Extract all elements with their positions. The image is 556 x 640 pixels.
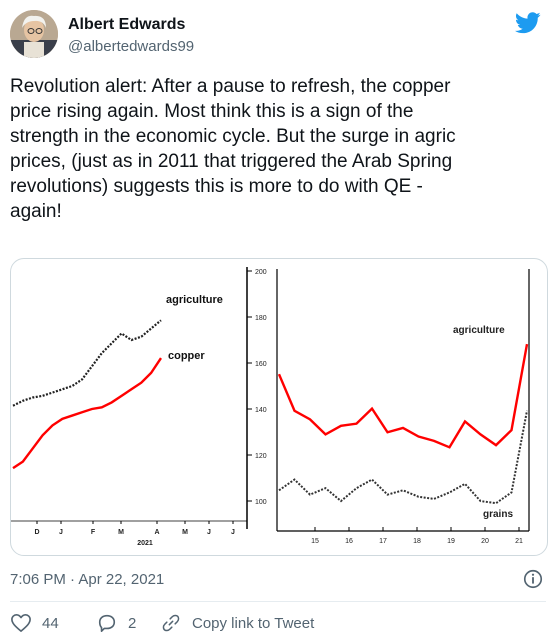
left-y-tick-label: 140 xyxy=(255,407,267,414)
avatar[interactable] xyxy=(10,10,58,58)
right-series-agriculture xyxy=(277,343,529,449)
link-icon xyxy=(162,614,180,632)
like-count: 44 xyxy=(42,614,59,632)
tweet-line: again! xyxy=(10,201,62,222)
right-legend-agriculture: agriculture xyxy=(453,325,505,336)
tweet-line: prices, (just as in 2011 that triggered … xyxy=(10,151,453,172)
avatar-image xyxy=(10,10,58,58)
twitter-bird-icon[interactable] xyxy=(515,12,541,34)
tweet-line: price rising again. Most think this is a… xyxy=(10,101,414,122)
reply-button[interactable]: 2 xyxy=(96,613,136,633)
tweet-line: Revolution alert: After a pause to refre… xyxy=(10,76,451,97)
divider xyxy=(10,601,546,602)
left-x-tick-label: J xyxy=(207,529,211,536)
left-x-tick-label: M xyxy=(118,529,124,536)
heart-icon xyxy=(11,614,31,632)
author-handle[interactable]: @albertedwards99 xyxy=(68,38,194,55)
left-legend-agriculture: agriculture xyxy=(166,294,223,306)
chart-composite: DJFMAMJJ 2021 agriculture copper 1001201… xyxy=(11,267,530,547)
left-y-tick-label: 160 xyxy=(255,361,267,368)
left-x-tick-label: J xyxy=(59,529,63,536)
right-x-tick-label: 15 xyxy=(311,538,319,545)
left-y-tick-label: 200 xyxy=(255,269,267,276)
reply-icon xyxy=(98,614,116,632)
left-chart: D J F M A M J J 2021 agriculture copper xyxy=(11,267,248,547)
right-legend-grains: grains xyxy=(483,509,513,520)
left-y-tick-label: 100 xyxy=(255,499,267,506)
tweet-line: revolutions) suggests this is more to do… xyxy=(10,176,423,197)
tweet-media-image[interactable]: DJFMAMJJ 2021 agriculture copper 100 120 1… xyxy=(10,258,548,556)
tweet-line: strength in the economic cycle. But the … xyxy=(10,126,456,147)
left-x-tick-label: A xyxy=(154,529,159,536)
reply-count: 2 xyxy=(128,614,137,632)
left-series-agriculture xyxy=(12,319,162,407)
left-y-tick-label: 120 xyxy=(255,453,267,460)
author-name[interactable]: Albert Edwards xyxy=(68,16,185,34)
right-x-tick-label: 18 xyxy=(413,538,421,545)
left-x-tick-label: J xyxy=(231,529,235,536)
right-x-tick-label: 19 xyxy=(447,538,455,545)
right-x-tick-label: 16 xyxy=(345,538,353,545)
left-legend-copper: copper xyxy=(168,350,205,362)
left-chart-x-label: 2021 xyxy=(137,540,153,547)
right-x-tick-label: 17 xyxy=(379,538,387,545)
left-x-tick-label: M xyxy=(182,529,188,536)
right-x-tick-label: 21 xyxy=(515,538,523,545)
left-x-tick-label: D xyxy=(34,529,39,536)
copy-link-button[interactable]: Copy link to Tweet xyxy=(160,613,314,633)
right-chart: 15 16 17 18 19 20 21 agriculture grains xyxy=(276,269,530,545)
right-x-tick-label: 20 xyxy=(481,538,489,545)
left-y-tick-label: 180 xyxy=(255,315,267,322)
tweet-timestamp[interactable]: 7:06 PM · Apr 22, 2021 xyxy=(10,571,164,588)
copy-link-label: Copy link to Tweet xyxy=(192,614,315,632)
tweet-text: Revolution alert: After a pause to refre… xyxy=(10,74,540,224)
like-button[interactable]: 44 xyxy=(10,613,59,633)
info-icon[interactable] xyxy=(522,568,544,590)
left-x-tick-label: F xyxy=(91,529,96,536)
